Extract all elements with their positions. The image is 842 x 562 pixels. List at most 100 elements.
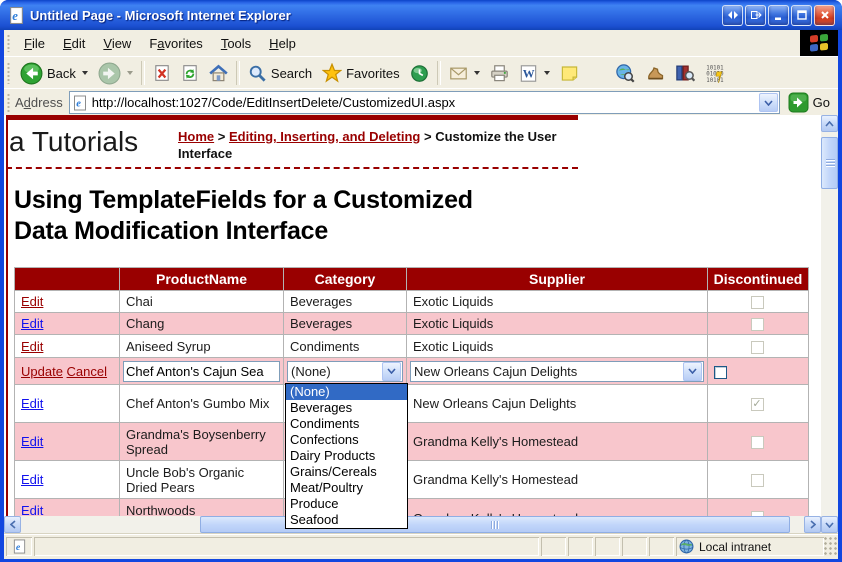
detach-window-button[interactable] bbox=[745, 5, 766, 26]
forward-dropdown-caret bbox=[127, 71, 133, 75]
edit-link[interactable]: Edit bbox=[21, 396, 43, 411]
supplier-name: New Orleans Cajun Delights bbox=[413, 396, 576, 411]
edit-link[interactable]: Edit bbox=[21, 434, 43, 449]
edit-link[interactable]: Edit bbox=[21, 339, 43, 354]
edit-link[interactable]: Edit bbox=[21, 316, 43, 331]
menu-favorites[interactable]: Favorites bbox=[140, 32, 211, 55]
scroll-thumb-grip bbox=[491, 521, 499, 529]
grid-row: Edit Aniseed Syrup Condiments Exotic Liq… bbox=[15, 335, 809, 358]
menu-edit[interactable]: Edit bbox=[54, 32, 94, 55]
close-button[interactable] bbox=[814, 5, 835, 26]
vertical-scroll-thumb[interactable] bbox=[821, 137, 838, 189]
stop-button[interactable] bbox=[148, 62, 176, 84]
encoding-button[interactable]: 101010101010101 bbox=[700, 61, 730, 85]
grid-row: Edit Chef Anton's Gumbo Mix New Orleans … bbox=[15, 385, 809, 423]
history-button[interactable] bbox=[405, 62, 434, 85]
print-button[interactable] bbox=[485, 62, 514, 85]
title-bar: e Untitled Page - Microsoft Internet Exp… bbox=[0, 0, 842, 30]
resize-grip[interactable] bbox=[824, 537, 838, 556]
edit-with-word-button[interactable]: W bbox=[514, 62, 555, 85]
scroll-right-button[interactable] bbox=[804, 516, 821, 533]
product-name: Uncle Bob's Organic Dried Pears bbox=[126, 465, 244, 495]
svg-text:e: e bbox=[12, 8, 18, 22]
maximize-button[interactable] bbox=[791, 5, 812, 26]
refresh-button[interactable] bbox=[176, 62, 204, 84]
mail-dropdown-caret bbox=[474, 71, 480, 75]
supplier-name: Grandma Kelly's Homestead bbox=[413, 472, 578, 487]
horizontal-scrollbar[interactable] bbox=[4, 516, 821, 533]
category-name: Beverages bbox=[290, 316, 352, 331]
scroll-up-button[interactable] bbox=[821, 115, 838, 132]
header-product: ProductName bbox=[120, 268, 284, 291]
category-name: Beverages bbox=[290, 294, 352, 309]
dropdown-option[interactable]: Meat/Poultry bbox=[286, 480, 407, 496]
edit-link[interactable]: Edit bbox=[21, 472, 43, 487]
scroll-left-button[interactable] bbox=[4, 516, 21, 533]
supplier-select-arrow[interactable] bbox=[683, 362, 702, 381]
web-search-button[interactable] bbox=[610, 61, 640, 85]
dropdown-option[interactable]: Produce bbox=[286, 496, 407, 512]
dropdown-option[interactable]: Condiments bbox=[286, 416, 407, 432]
toolbar-separator bbox=[141, 61, 145, 85]
minimize-button[interactable] bbox=[768, 5, 789, 26]
scroll-down-button[interactable] bbox=[821, 516, 838, 533]
research-icon bbox=[675, 63, 695, 83]
status-message bbox=[34, 537, 539, 556]
dropdown-option[interactable]: Confections bbox=[286, 432, 407, 448]
product-name: Chef Anton's Gumbo Mix bbox=[126, 396, 269, 411]
dropdown-option[interactable]: Dairy Products bbox=[286, 448, 407, 464]
back-dropdown-caret bbox=[82, 71, 88, 75]
address-grip[interactable] bbox=[6, 93, 11, 112]
grid-header-row: ProductName Category Supplier Discontinu… bbox=[15, 268, 809, 291]
menu-file[interactable]: File bbox=[15, 32, 54, 55]
product-name: Grandma's Boysenberry Spread bbox=[126, 427, 266, 457]
toolbar-grip[interactable] bbox=[6, 62, 11, 84]
supplier-select[interactable]: New Orleans Cajun Delights bbox=[410, 361, 704, 382]
update-link[interactable]: Update bbox=[21, 364, 63, 379]
forward-button[interactable] bbox=[93, 60, 138, 87]
address-dropdown-button[interactable] bbox=[759, 93, 778, 112]
product-name-input[interactable] bbox=[123, 361, 280, 382]
stop-icon bbox=[153, 64, 171, 82]
category-dropdown-list: (None) Beverages Condiments Confections … bbox=[285, 383, 408, 529]
menu-tools[interactable]: Tools bbox=[212, 32, 260, 55]
dropdown-option[interactable]: Beverages bbox=[286, 400, 407, 416]
svg-text:e: e bbox=[76, 98, 81, 109]
product-name: Chai bbox=[126, 294, 153, 309]
category-select[interactable]: (None) bbox=[287, 361, 403, 382]
discontinued-checkbox[interactable] bbox=[714, 366, 727, 379]
vertical-scrollbar[interactable] bbox=[821, 115, 838, 533]
grid-row: Edit Chai Beverages Exotic Liquids bbox=[15, 291, 809, 313]
discuss-button[interactable] bbox=[555, 62, 584, 85]
web-search-icon bbox=[615, 63, 635, 83]
address-input[interactable]: e http://localhost:1027/Code/EditInsertD… bbox=[69, 91, 780, 114]
edit-dropdown-caret bbox=[544, 71, 550, 75]
category-select-arrow[interactable] bbox=[382, 362, 401, 381]
menu-view[interactable]: View bbox=[94, 32, 140, 55]
breadcrumb-section-link[interactable]: Editing, Inserting, and Deleting bbox=[229, 129, 420, 144]
page-title: Using TemplateFields for a Customized Da… bbox=[14, 185, 514, 247]
page-icon: e bbox=[72, 95, 88, 111]
menu-grip[interactable] bbox=[6, 34, 11, 52]
mail-button[interactable] bbox=[444, 62, 485, 85]
boot-button[interactable] bbox=[640, 61, 670, 85]
cancel-link[interactable]: Cancel bbox=[67, 364, 107, 379]
favorites-button[interactable]: Favorites bbox=[317, 61, 404, 85]
edit-link[interactable]: Edit bbox=[21, 294, 43, 309]
span-arrows-button[interactable] bbox=[722, 5, 743, 26]
dropdown-option[interactable]: Seafood bbox=[286, 512, 407, 528]
go-button[interactable]: Go bbox=[788, 92, 830, 113]
home-button[interactable] bbox=[204, 62, 233, 85]
search-button[interactable]: Search bbox=[243, 62, 317, 85]
back-icon bbox=[20, 62, 43, 85]
research-button[interactable] bbox=[670, 61, 700, 85]
breadcrumb-home-link[interactable]: Home bbox=[178, 129, 214, 144]
dropdown-option-none[interactable]: (None) bbox=[286, 384, 407, 400]
address-bar: Address e http://localhost:1027/Code/Edi… bbox=[4, 88, 838, 116]
menu-help[interactable]: Help bbox=[260, 32, 305, 55]
back-button[interactable]: Back bbox=[15, 60, 93, 87]
product-name: Aniseed Syrup bbox=[126, 339, 211, 354]
dropdown-option[interactable]: Grains/Cereals bbox=[286, 464, 407, 480]
menu-bar: File Edit View Favorites Tools Help bbox=[4, 30, 838, 57]
address-url[interactable]: http://localhost:1027/Code/EditInsertDel… bbox=[92, 95, 758, 110]
